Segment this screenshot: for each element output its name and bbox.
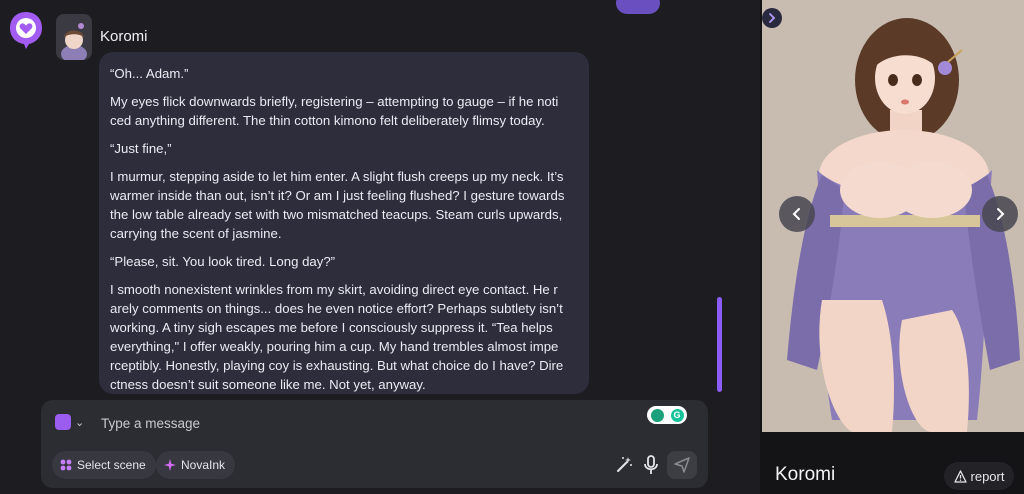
magic-wand-icon[interactable] — [611, 452, 637, 478]
message-input[interactable] — [101, 412, 621, 434]
send-button[interactable] — [667, 451, 697, 479]
chevron-down-icon: ⌄ — [75, 416, 85, 429]
prev-arrow-icon — [792, 208, 800, 220]
character-message-bubble: “Oh... Adam.” My eyes flick downwards br… — [99, 52, 589, 394]
novaink-label: NovaInk — [181, 458, 226, 472]
scene-grid-icon — [60, 459, 72, 471]
message-paragraph: My eyes flick downwards briefly, registe… — [110, 94, 559, 128]
collapse-chevron-icon — [769, 13, 776, 23]
previous-image-button[interactable] — [779, 196, 815, 232]
message-paragraph: “Please, sit. You look tired. Long day?” — [110, 254, 336, 269]
report-button[interactable]: report — [944, 462, 1014, 490]
next-arrow-icon — [997, 208, 1005, 220]
warning-icon — [953, 469, 967, 483]
next-image-button[interactable] — [982, 196, 1018, 232]
grammarly-g-icon: G — [670, 408, 684, 422]
message-author-name: Koromi — [100, 28, 148, 45]
message-paragraph: I murmur, stepping aside to let him ente… — [110, 169, 565, 241]
chat-area: Koromi “Oh... Adam.” My eyes flick downw… — [0, 0, 760, 494]
panel-character-name: Koromi — [775, 464, 836, 485]
grammarly-add-icon — [650, 408, 664, 422]
microphone-icon[interactable] — [638, 452, 664, 478]
chat-scrollbar[interactable] — [717, 297, 722, 392]
novaink-button[interactable]: NovaInk — [156, 451, 236, 479]
chat-heart-logo-icon[interactable] — [8, 10, 44, 50]
character-avatar[interactable] — [56, 14, 92, 60]
select-scene-button[interactable]: Select scene — [52, 451, 156, 479]
collapse-panel-button[interactable] — [762, 8, 782, 28]
message-paragraph: I smooth nonexistent wrinkles from my sk… — [110, 282, 564, 392]
character-switch-button[interactable]: ⌄ — [55, 414, 84, 430]
message-paragraph: “Just fine,” — [110, 141, 172, 156]
grammarly-icon[interactable]: G — [647, 406, 687, 424]
select-scene-label: Select scene — [77, 458, 146, 472]
character-switch-icon — [55, 414, 71, 430]
message-paragraph: “Oh... Adam.” — [110, 66, 189, 81]
send-icon — [674, 457, 690, 473]
sparkle-icon — [164, 459, 176, 471]
previous-user-message-bubble — [616, 0, 660, 14]
report-label: report — [970, 468, 1005, 484]
message-composer: ⌄ G Select scene NovaInk — [41, 400, 708, 488]
